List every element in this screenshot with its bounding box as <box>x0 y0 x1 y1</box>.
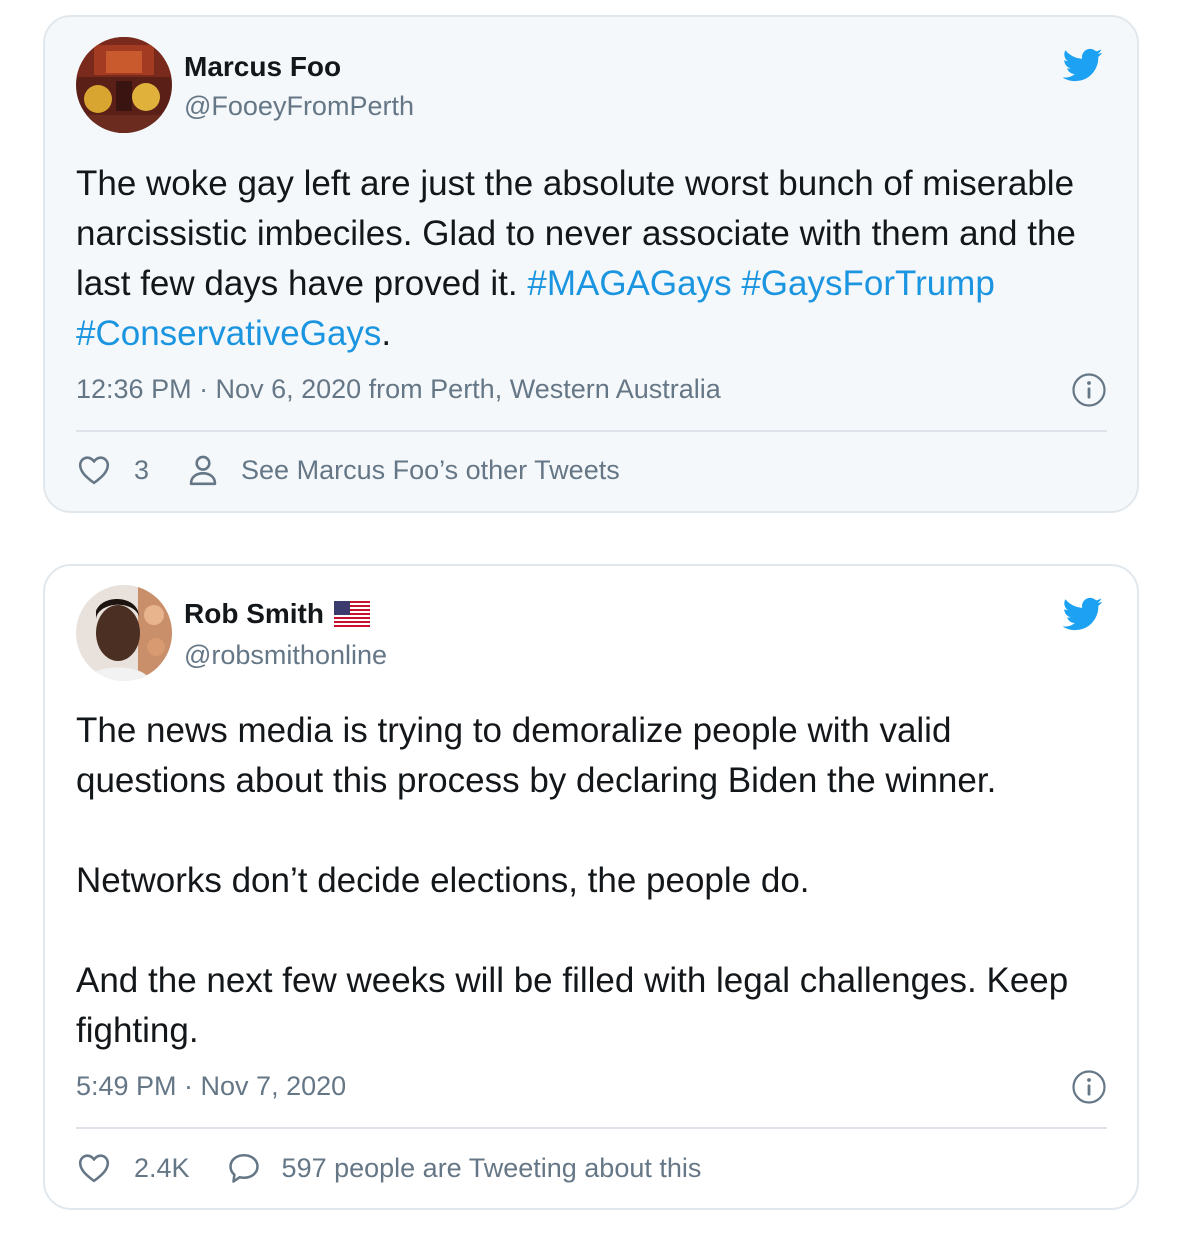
tweet-timestamp[interactable]: 5:49 PM · Nov 7, 2020 <box>76 1071 346 1102</box>
twitter-bird-icon[interactable] <box>1057 593 1107 635</box>
author-name[interactable]: Rob Smith <box>184 598 370 630</box>
info-icon[interactable] <box>1071 1069 1107 1105</box>
avatar[interactable] <box>76 585 172 681</box>
speech-bubble-icon[interactable] <box>226 1150 262 1186</box>
author-handle[interactable]: @robsmithonline <box>184 640 387 671</box>
divider <box>76 430 1107 432</box>
us-flag-icon <box>334 601 370 627</box>
avatar[interactable] <box>76 37 172 133</box>
tweet-actions: 2.4K 597 people are Tweeting about this <box>76 1150 701 1186</box>
info-icon[interactable] <box>1071 372 1107 408</box>
author-name-text[interactable]: Marcus Foo <box>184 51 341 83</box>
author-handle[interactable]: @FooeyFromPerth <box>184 91 414 122</box>
tweet-timestamp[interactable]: 12:36 PM · Nov 6, 2020 from Perth, Weste… <box>76 374 721 405</box>
hashtag-link[interactable]: #ConservativeGays <box>76 314 381 353</box>
tweet-paragraph: And the next few weeks will be filled wi… <box>76 961 1069 1050</box>
heart-icon[interactable] <box>76 1150 112 1186</box>
hashtag-link[interactable]: #GaysForTrump <box>741 264 994 303</box>
see-other-tweets-link[interactable]: See Marcus Foo’s other Tweets <box>241 455 620 486</box>
heart-icon[interactable] <box>76 452 112 488</box>
twitter-bird-icon[interactable] <box>1057 44 1107 86</box>
tweet-paragraph: Networks don’t decide elections, the peo… <box>76 861 810 900</box>
tweet-text: The news media is trying to demoralize p… <box>76 706 1107 1056</box>
tweet-actions: 3 See Marcus Foo’s other Tweets <box>76 452 620 488</box>
tweeting-about-this-link[interactable]: 597 people are Tweeting about this <box>282 1153 702 1184</box>
tweet-text-end: . <box>381 314 392 353</box>
tweet-paragraph: The news media is trying to demoralize p… <box>76 711 997 800</box>
author-name-text[interactable]: Rob Smith <box>184 598 324 630</box>
tweet-card[interactable]: Marcus Foo @FooeyFromPerth The woke gay … <box>43 15 1139 513</box>
person-icon[interactable] <box>185 452 221 488</box>
divider <box>76 1127 1107 1129</box>
like-count[interactable]: 2.4K <box>134 1153 190 1184</box>
tweet-card[interactable]: Rob Smith @robsmithonline The news media… <box>43 564 1139 1210</box>
hashtag-link[interactable]: #MAGAGays <box>527 264 731 303</box>
like-count[interactable]: 3 <box>134 455 149 486</box>
tweet-text: The woke gay left are just the absolute … <box>76 159 1107 359</box>
author-name[interactable]: Marcus Foo <box>184 51 341 83</box>
